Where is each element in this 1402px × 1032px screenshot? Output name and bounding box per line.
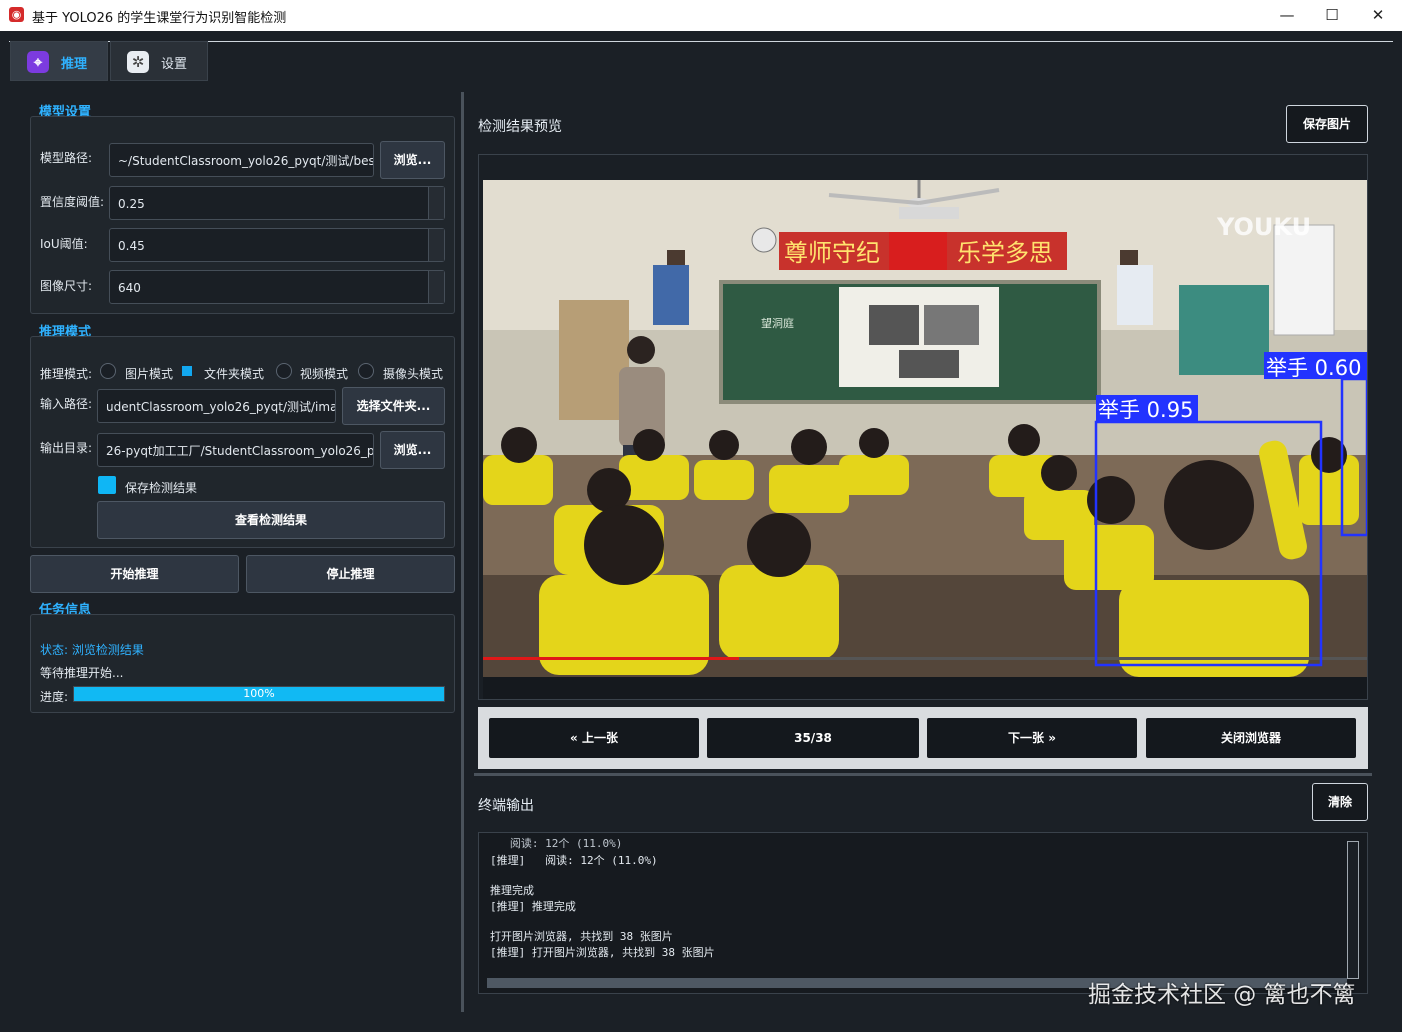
next-image-button[interactable]: 下一张 » (927, 718, 1137, 758)
site-watermark: 掘金技术社区 @ 篱也不篱 (1088, 982, 1356, 1008)
confidence-label: 置信度阈值: (40, 195, 105, 209)
iou-spin-arrows[interactable] (428, 229, 444, 261)
save-results-checkbox[interactable] (98, 476, 116, 494)
panel-splitter[interactable] (461, 92, 464, 1012)
gear-icon: ✲ (127, 51, 149, 73)
image-size-spinbox[interactable]: 640 (109, 270, 445, 304)
terminal-line: [推理] 阅读: 12个 (11.0%) (490, 854, 658, 867)
tab-settings[interactable]: ✲ 设置 (110, 41, 208, 81)
output-dir-input[interactable]: 26-pyqt加工工厂/StudentClassroom_yolo26_pyqt (97, 433, 374, 467)
terminal-line: 打开图片浏览器, 共找到 38 张图片 (490, 930, 673, 943)
video-mode-label[interactable]: 视频模式 (300, 365, 348, 382)
terminal-line: 推理完成 (490, 884, 534, 897)
status-text: 状态: 浏览检测结果 (40, 643, 144, 657)
output-browse-button[interactable]: 浏览... (380, 431, 445, 469)
save-image-button[interactable]: 保存图片 (1286, 105, 1368, 143)
terminal-output[interactable]: 阅读: 12个 (11.0%) [推理] 阅读: 12个 (11.0%) 推理完… (478, 832, 1368, 994)
model-path-label: 模型路径: (40, 151, 93, 165)
model-path-input[interactable]: ~/StudentClassroom_yolo26_pyqt/测试/best.p… (109, 143, 374, 177)
input-path-label: 输入路径: (40, 397, 93, 411)
detection-label-1: 举手 0.95 (1098, 398, 1193, 422)
view-results-button[interactable]: 查看检测结果 (97, 501, 445, 539)
crosshair-icon: ⌖ (27, 51, 49, 73)
tab-divider (9, 41, 1393, 42)
stop-inference-button[interactable]: 停止推理 (246, 555, 455, 593)
terminal-line: 阅读: 12个 (11.0%) (490, 837, 623, 850)
progress-bar: 100% (73, 686, 445, 702)
terminal-title: 终端输出 (478, 798, 534, 814)
start-inference-button[interactable]: 开始推理 (30, 555, 239, 593)
preview-image: 尊师守纪 乐学多思 望洞庭 YOUKU 举手 0.95 举手 0.60 (479, 155, 1367, 699)
tab-inference[interactable]: ⌖ 推理 (10, 41, 108, 81)
previous-image-button[interactable]: « 上一张 (489, 718, 699, 758)
brand-watermark: YOUKU (1216, 213, 1311, 241)
terminal-line: [推理] 推理完成 (490, 900, 576, 913)
board-text: 望洞庭 (761, 316, 794, 330)
tab-settings-label: 设置 (161, 57, 188, 72)
close-browser-button[interactable]: 关闭浏览器 (1146, 718, 1356, 758)
folder-mode-radio[interactable] (182, 366, 192, 376)
output-dir-label: 输出目录: (40, 441, 93, 455)
image-navigation-bar: « 上一张 35/38 下一张 » 关闭浏览器 (478, 707, 1368, 769)
confidence-spinbox[interactable]: 0.25 (109, 186, 445, 220)
image-mode-label[interactable]: 图片模式 (125, 365, 173, 382)
app-logo-icon: ◉ (9, 7, 24, 22)
iou-spinbox[interactable]: 0.45 (109, 228, 445, 262)
image-size-label: 图像尺寸: (40, 279, 93, 293)
progress-text: 100% (243, 687, 275, 700)
banner-left-text: 尊师守纪 (784, 239, 880, 267)
input-path-input[interactable]: udentClassroom_yolo26_pyqt/测试/image (97, 389, 336, 423)
camera-mode-label[interactable]: 摄像头模式 (383, 365, 443, 382)
progress-label: 进度: (40, 690, 69, 704)
folder-mode-label[interactable]: 文件夹模式 (204, 365, 264, 382)
minimize-button[interactable]: — (1264, 0, 1310, 31)
window-title: 基于 YOLO26 的学生课堂行为识别智能检测 (32, 11, 287, 26)
image-size-spin-arrows[interactable] (428, 271, 444, 303)
camera-mode-radio[interactable] (358, 363, 374, 379)
preview-title: 检测结果预览 (478, 119, 562, 135)
confidence-spin-arrows[interactable] (428, 187, 444, 219)
image-counter: 35/38 (707, 718, 919, 758)
model-browse-button[interactable]: 浏览... (380, 141, 445, 179)
select-folder-button[interactable]: 选择文件夹... (342, 387, 445, 425)
task-message: 等待推理开始... (40, 666, 124, 680)
maximize-button[interactable]: ☐ (1309, 0, 1355, 31)
detection-label-2: 举手 0.60 (1266, 356, 1361, 380)
image-mode-radio[interactable] (100, 363, 116, 379)
preview-frame: 尊师守纪 乐学多思 望洞庭 YOUKU 举手 0.95 举手 0.60 (478, 154, 1368, 700)
iou-label: IoU阈值: (40, 237, 88, 251)
terminal-vertical-scrollbar[interactable] (1347, 841, 1359, 979)
save-results-label[interactable]: 保存检测结果 (125, 479, 197, 496)
terminal-line: [推理] 打开图片浏览器, 共找到 38 张图片 (490, 946, 715, 959)
video-mode-radio[interactable] (276, 363, 292, 379)
title-bar: ◉ 基于 YOLO26 的学生课堂行为识别智能检测 — ☐ ✕ (0, 0, 1402, 31)
tab-inference-label: 推理 (61, 57, 88, 72)
clear-terminal-button[interactable]: 清除 (1312, 783, 1368, 821)
banner-right-text: 乐学多思 (957, 239, 1053, 267)
mode-label: 推理模式: (40, 367, 93, 381)
close-button[interactable]: ✕ (1355, 0, 1401, 31)
preview-terminal-splitter[interactable] (474, 773, 1372, 776)
